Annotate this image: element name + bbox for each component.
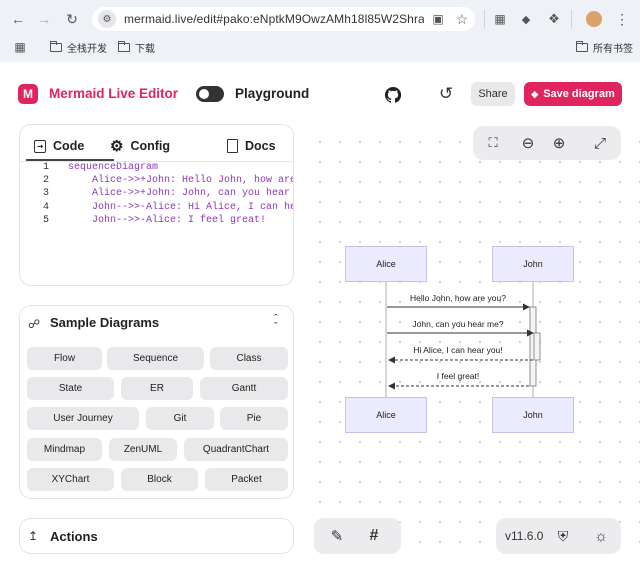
code-line[interactable]: 5 John-->>-Alice: I feel great!	[20, 215, 266, 228]
line-text: John-->>-Alice: I feel great!	[68, 215, 267, 226]
sun-icon[interactable]: ☼	[591, 526, 611, 546]
version-label: v11.6.0	[505, 529, 544, 543]
line-number: 1	[42, 162, 49, 173]
expand-up-icon: ↥	[28, 529, 39, 543]
sample-zenuml[interactable]: ZenUML	[109, 438, 177, 461]
tab-label: Docs	[245, 139, 276, 153]
gear-icon: ⚙	[110, 138, 124, 155]
code-line[interactable]: 4 John-->>-Alice: Hi Alice, I can hear	[20, 202, 294, 215]
sample-quadrantchart[interactable]: QuadrantChart	[184, 438, 288, 461]
folder-icon	[50, 41, 62, 52]
sample-diagrams-title: Sample Diagrams	[50, 315, 160, 330]
save-diagram-button[interactable]: ◆ Save diagram	[524, 82, 622, 106]
bookmark-star-icon[interactable]: ☆	[452, 9, 472, 29]
folder-icon	[118, 41, 130, 52]
reload-icon[interactable]: ↻	[62, 9, 82, 29]
sample-diagrams-panel: ☍ Sample Diagrams ˆˇ Flow Sequence Class…	[19, 305, 294, 499]
collapse-chevron-icon[interactable]: ˆˇ	[274, 314, 278, 333]
playground-label: Playground	[235, 86, 310, 101]
toolbar-divider	[571, 10, 572, 28]
profile-avatar[interactable]	[586, 11, 602, 27]
line-text: Alice->>+John: Hello John, how are yo	[68, 175, 294, 186]
save-diagram-label: Save diagram	[543, 88, 615, 100]
sample-gantt[interactable]: Gantt	[200, 377, 288, 400]
code-line[interactable]: 2 Alice->>+John: Hello John, how are yo	[20, 175, 294, 188]
install-app-icon[interactable]: ▣	[428, 9, 448, 29]
playground-toggle[interactable]	[196, 86, 224, 102]
message-label: John, can you hear me?	[412, 319, 504, 329]
bookmark-folder-fullstack[interactable]: 全栈开发	[50, 40, 107, 55]
folder-icon	[576, 41, 588, 52]
line-number: 3	[42, 188, 49, 199]
actor-john-top: John	[492, 246, 574, 282]
bookmark-label: 全栈开发	[67, 44, 107, 55]
browser-chrome: ← → ↻ ⚙ mermaid.live/edit#pako:eNptkM9Ow…	[0, 0, 640, 62]
mermaid-small-icon: ◆	[531, 88, 539, 99]
extension-dot-icon[interactable]: ◆	[516, 9, 536, 29]
diagram-tree-icon: ☍	[28, 317, 41, 331]
book-icon	[227, 139, 238, 153]
apps-grid-icon[interactable]: ▦	[10, 37, 30, 57]
share-button[interactable]: Share	[471, 82, 515, 106]
code-line[interactable]: 3 Alice->>+John: John, can you hear me?	[20, 188, 294, 201]
line-number: 2	[42, 175, 49, 186]
version-bar: v11.6.0 ⛨ ☼	[496, 518, 621, 554]
sample-mindmap[interactable]: Mindmap	[27, 438, 102, 461]
message-label: I feel great!	[436, 371, 480, 381]
sample-pie[interactable]: Pie	[220, 407, 288, 430]
shield-icon[interactable]: ⛨	[553, 526, 573, 546]
sample-user-journey[interactable]: User Journey	[27, 407, 139, 430]
site-settings-icon[interactable]: ⚙	[98, 10, 116, 28]
sample-class[interactable]: Class	[210, 347, 288, 370]
sample-packet[interactable]: Packet	[205, 468, 288, 491]
extension-tile-icon[interactable]: ▦	[490, 9, 510, 29]
more-menu-icon[interactable]: ⋮	[612, 9, 632, 29]
actor-alice-top: Alice	[345, 246, 427, 282]
code-icon: →	[34, 139, 47, 153]
line-number: 4	[42, 202, 49, 213]
actions-panel[interactable]: ↥ Actions	[19, 518, 294, 554]
line-text: sequenceDiagram	[68, 162, 159, 173]
forward-arrow-icon[interactable]: →	[34, 9, 54, 29]
grid-icon[interactable]: #	[364, 526, 384, 546]
line-number: 5	[42, 215, 49, 226]
canvas-tools: ✎ #	[314, 518, 401, 554]
actions-label: Actions	[50, 528, 98, 544]
back-arrow-icon[interactable]: ←	[8, 9, 28, 29]
actor-john-bottom: John	[492, 397, 574, 433]
bookmark-label: 下载	[135, 44, 155, 55]
sample-xychart[interactable]: XYChart	[27, 468, 114, 491]
sample-block[interactable]: Block	[121, 468, 198, 491]
history-icon[interactable]: ↺	[436, 84, 456, 104]
address-bar[interactable]: ⚙ mermaid.live/edit#pako:eNptkM9OwzAMh18…	[92, 7, 475, 31]
line-text: Alice->>+John: John, can you hear me?	[68, 188, 294, 199]
actor-alice-bottom: Alice	[345, 397, 427, 433]
toolbar-divider	[484, 10, 485, 28]
sample-git[interactable]: Git	[146, 407, 214, 430]
tab-docs[interactable]: Docs	[227, 135, 276, 157]
github-icon[interactable]	[383, 85, 403, 105]
app-title: Mermaid Live Editor	[49, 86, 179, 101]
tab-label: Config	[130, 139, 171, 153]
all-bookmarks-folder[interactable]: 所有书签	[576, 40, 633, 55]
bookmark-label: 所有书签	[593, 44, 633, 55]
extensions-puzzle-icon[interactable]: ❖	[544, 9, 564, 29]
pan-pencil-icon[interactable]: ✎	[327, 526, 347, 546]
bookmark-folder-downloads[interactable]: 下载	[118, 40, 155, 55]
sample-sequence[interactable]: Sequence	[107, 347, 204, 370]
tab-code[interactable]: → Code	[34, 135, 84, 157]
sample-state[interactable]: State	[27, 377, 114, 400]
tab-config[interactable]: ⚙ Config	[110, 135, 170, 157]
sample-flow[interactable]: Flow	[27, 347, 102, 370]
tab-label: Code	[53, 139, 85, 153]
line-text: John-->>-Alice: Hi Alice, I can hear	[68, 202, 294, 213]
mermaid-logo-icon: M	[18, 84, 38, 104]
code-line[interactable]: 1 sequenceDiagram	[20, 162, 158, 175]
editor-panel: → Code ⚙ Config Docs 1 sequenceDiagram 2 …	[19, 124, 294, 286]
sample-er[interactable]: ER	[121, 377, 193, 400]
message-label: Hi Alice, I can hear you!	[413, 345, 503, 355]
url-text: mermaid.live/edit#pako:eNptkM9OwzAMh18l8…	[124, 12, 424, 26]
message-label: Hello John, how are you?	[410, 293, 506, 303]
